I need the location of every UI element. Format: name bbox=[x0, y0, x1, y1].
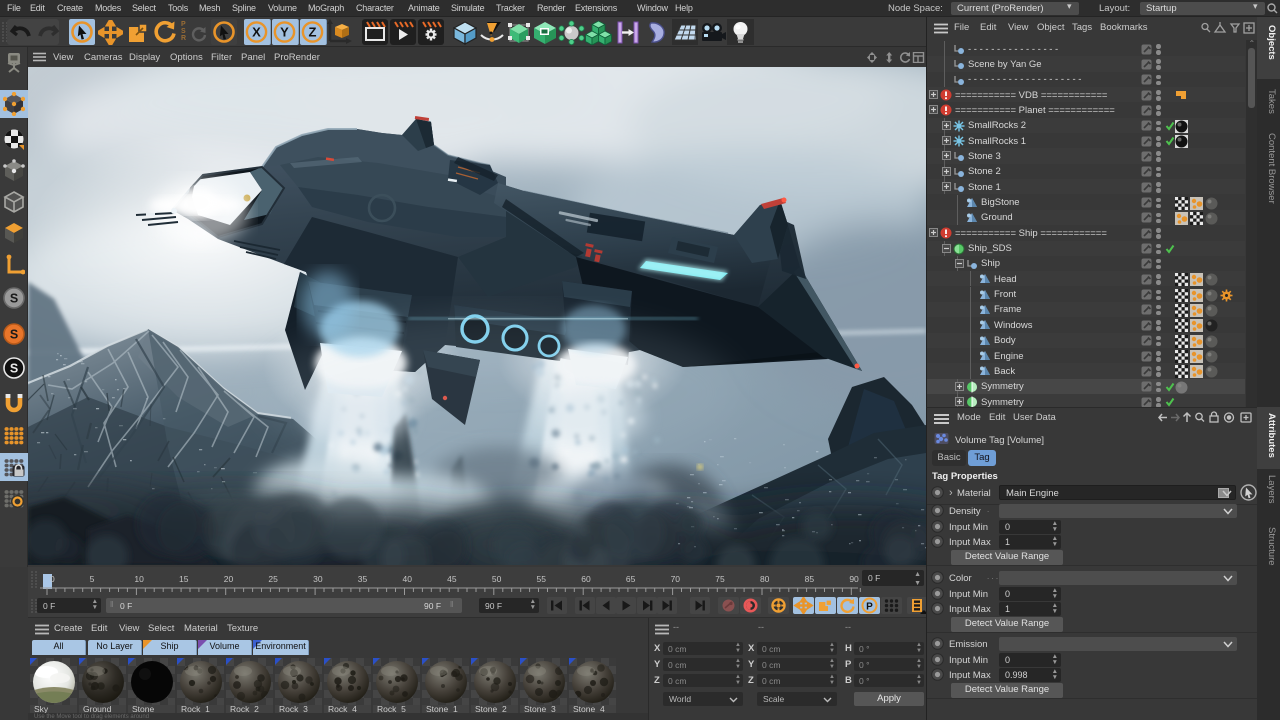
svg-text:S: S bbox=[10, 362, 18, 376]
svg-text:P: P bbox=[866, 602, 873, 613]
svg-text:Z: Z bbox=[309, 25, 317, 40]
svg-text:Y: Y bbox=[280, 25, 289, 40]
svg-text:S: S bbox=[10, 292, 18, 306]
svg-text:X: X bbox=[252, 25, 261, 40]
svg-text:S: S bbox=[10, 328, 18, 342]
